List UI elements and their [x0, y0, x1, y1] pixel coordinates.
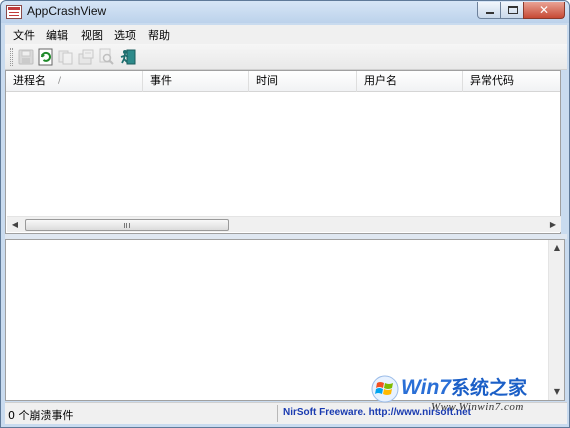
app-window: AppCrashView ✕ 文件 编辑 视图 选项 帮助 进程名 / 事件 时…	[0, 0, 570, 428]
refresh-icon[interactable]	[37, 48, 55, 66]
minimize-button[interactable]	[477, 2, 501, 19]
minimize-icon	[486, 12, 494, 14]
watermark-url: Www.Winwin7.com	[431, 401, 524, 413]
column-header-event[interactable]: 事件	[143, 71, 249, 92]
properties-icon[interactable]	[77, 48, 95, 66]
scroll-up-icon[interactable]: ▲	[549, 240, 565, 256]
copy-icon[interactable]	[57, 48, 75, 66]
watermark-title-latin: Win7	[401, 376, 451, 399]
scroll-left-icon[interactable]: ◀	[7, 217, 23, 233]
menu-bar: 文件 编辑 视图 选项 帮助	[5, 25, 567, 44]
windows-logo-icon	[371, 375, 399, 403]
exit-icon[interactable]	[119, 48, 137, 66]
scroll-grip-icon	[124, 223, 130, 228]
toolbar-grip	[10, 48, 13, 66]
menu-file[interactable]: 文件	[13, 27, 35, 43]
column-header-time[interactable]: 时间	[249, 71, 357, 92]
maximize-icon	[508, 6, 518, 14]
list-horizontal-scrollbar[interactable]: ◀ ▶	[7, 216, 561, 232]
list-header: 进程名 / 事件 时间 用户名 异常代码	[6, 71, 560, 92]
toolbar	[5, 44, 567, 70]
crash-count-status: 0 个崩溃事件	[8, 409, 74, 422]
column-header-user[interactable]: 用户名	[357, 71, 463, 92]
scroll-thumb[interactable]	[25, 219, 229, 231]
report-window-icon	[6, 5, 22, 19]
watermark-title: Win7系统之家	[401, 373, 527, 400]
save-icon[interactable]	[17, 48, 35, 66]
sort-indicator-icon: /	[58, 76, 62, 86]
status-divider	[277, 405, 278, 422]
find-icon[interactable]	[97, 48, 115, 66]
close-icon: ✕	[538, 3, 550, 17]
title-bar[interactable]: AppCrashView ✕	[1, 1, 569, 23]
watermark-title-cjk: 系统之家	[450, 377, 527, 399]
crash-list[interactable]: 进程名 / 事件 时间 用户名 异常代码 ◀ ▶	[5, 70, 561, 234]
maximize-button[interactable]	[500, 2, 524, 19]
column-header-exception-code[interactable]: 异常代码	[463, 71, 560, 92]
menu-edit[interactable]: 编辑	[46, 27, 68, 43]
window-title: AppCrashView	[27, 4, 107, 18]
menu-options[interactable]: 选项	[114, 27, 136, 43]
column-label-process: 进程名	[13, 74, 46, 87]
scroll-right-icon[interactable]: ▶	[545, 217, 561, 233]
menu-help[interactable]: 帮助	[148, 27, 170, 43]
site-watermark: Win7系统之家 Www.Winwin7.com	[371, 371, 567, 417]
close-button[interactable]: ✕	[523, 2, 565, 19]
menu-view[interactable]: 视图	[81, 27, 103, 43]
column-header-process[interactable]: 进程名 /	[6, 71, 143, 92]
